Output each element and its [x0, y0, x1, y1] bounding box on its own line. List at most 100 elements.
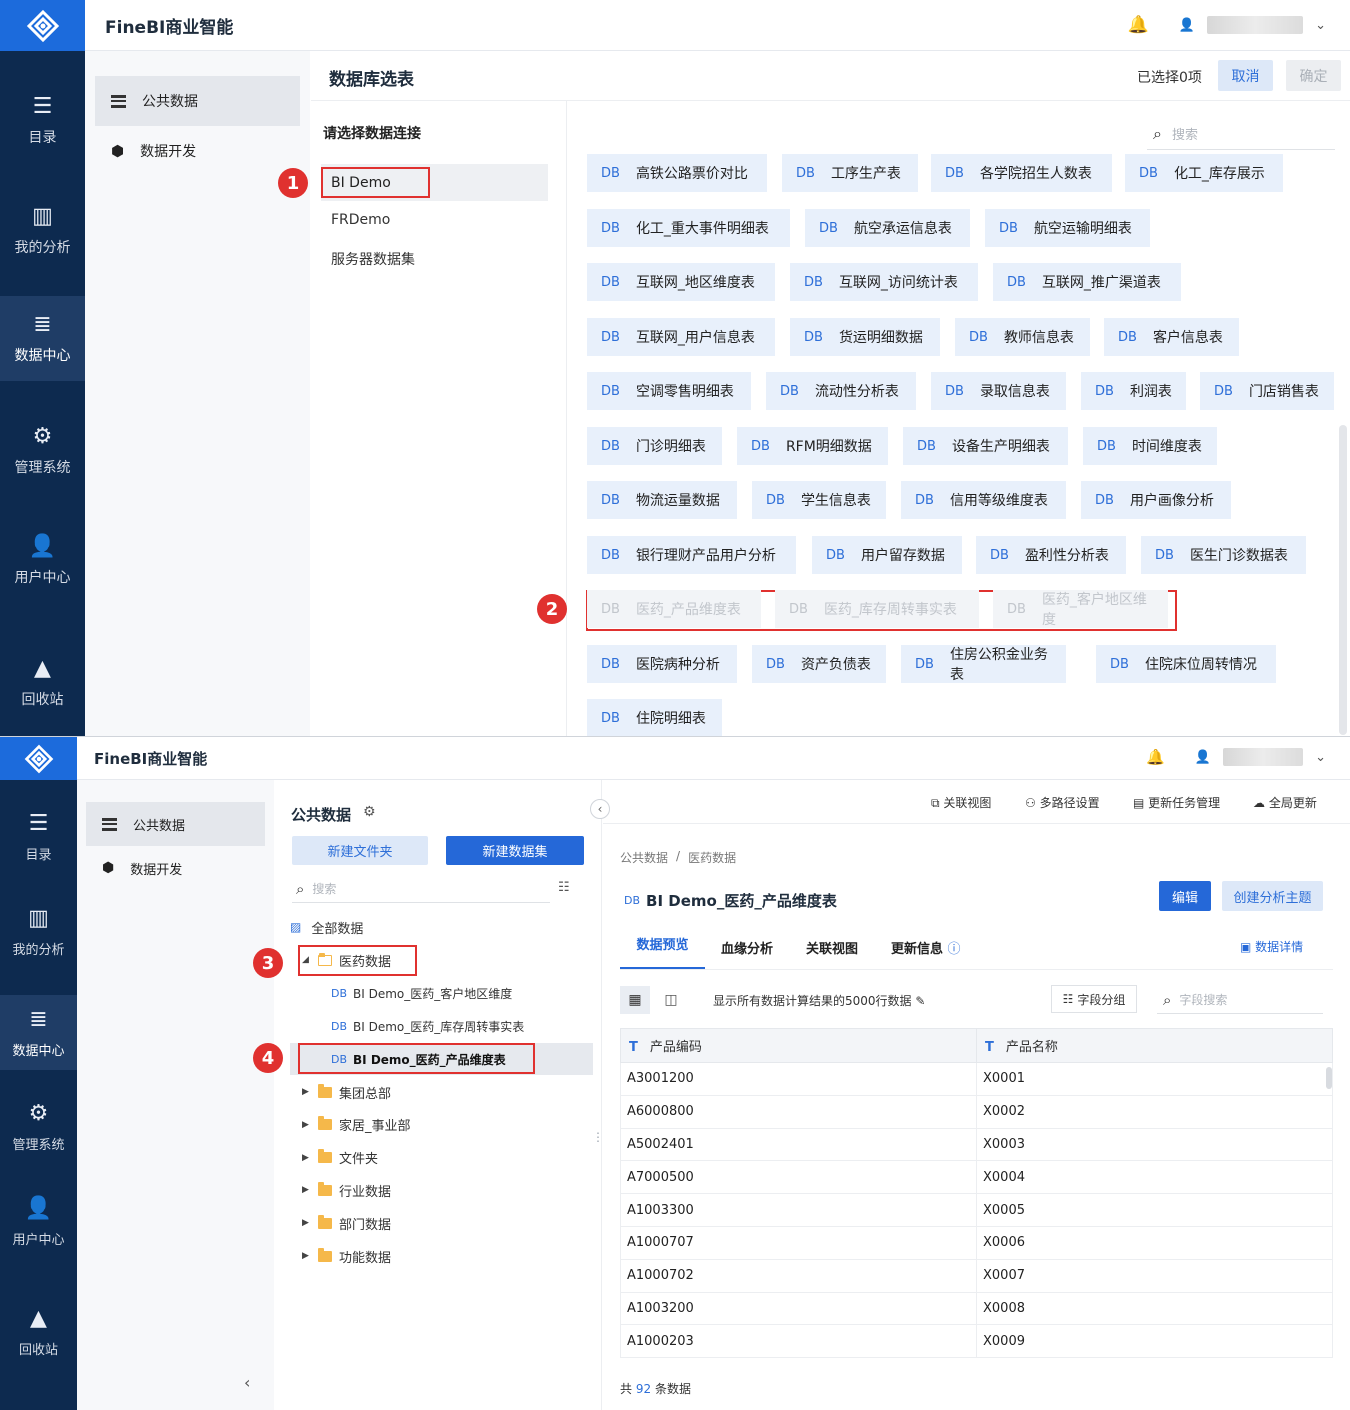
breadcrumb-item[interactable]: 公共数据	[620, 849, 668, 866]
confirm-button[interactable]: 确定	[1286, 60, 1341, 91]
db-table-tag[interactable]: DB 客户信息表	[1104, 318, 1239, 356]
table-row[interactable]: A7000500 X0004	[620, 1160, 1333, 1195]
db-table-tag[interactable]: DB 化工_库存展示	[1125, 154, 1283, 192]
scrollbar[interactable]	[1338, 150, 1348, 736]
tree-all-data[interactable]: ▨ 全部数据	[290, 911, 363, 943]
scrollbar-thumb[interactable]	[1339, 425, 1347, 735]
toolbar-update-task[interactable]: ▤ 更新任务管理	[1133, 794, 1220, 811]
new-dataset-button[interactable]: 新建数据集	[446, 836, 584, 865]
column-header[interactable]: T 产品名称	[976, 1028, 1333, 1063]
db-table-tag[interactable]: DB 化工_重大事件明细表	[587, 209, 790, 247]
tree-item-customer-region[interactable]: DB BI Demo_医药_客户地区维度	[331, 977, 512, 1009]
data-detail-link[interactable]: ▣ 数据详情	[1240, 938, 1303, 955]
table-row[interactable]: A1003200 X0008	[620, 1291, 1333, 1326]
tab-update-info[interactable]: 更新信息 ⓘ	[891, 938, 961, 957]
nav-user-center[interactable]: 👤 用户中心	[0, 1182, 77, 1262]
table-row[interactable]: A5002401 X0003	[620, 1127, 1333, 1162]
side-data-dev[interactable]: ⬢ 数据开发	[86, 846, 265, 890]
db-table-tag[interactable]: DB 住院明细表	[587, 699, 722, 736]
db-table-tag[interactable]: DB 互联网_用户信息表	[587, 318, 775, 356]
table-row[interactable]: A3001200 X0001	[620, 1062, 1333, 1096]
db-table-tag[interactable]: DB 银行理财产品用户分析	[587, 536, 796, 574]
nav-recycle[interactable]: ▲ 回收站	[0, 620, 85, 736]
db-table-tag[interactable]: DB 利润表	[1081, 372, 1186, 410]
user-menu[interactable]: 👤 ⌄	[1195, 748, 1326, 766]
tree-folder[interactable]: ▶ 部门数据	[302, 1207, 391, 1239]
connection-server-dataset[interactable]: 服务器数据集	[331, 249, 415, 269]
collapse-sidebar-icon[interactable]: ‹	[244, 1373, 250, 1392]
nav-my-analysis[interactable]: ▥ 我的分析	[0, 180, 85, 280]
side-public-data[interactable]: 公共数据	[95, 76, 300, 126]
db-table-tag[interactable]: DB 住院床位周转情况	[1096, 645, 1276, 683]
db-table-tag[interactable]: DB 住房公积金业务表	[901, 645, 1066, 683]
settings-gear-icon[interactable]: ⚙	[363, 804, 376, 820]
db-table-tag[interactable]: DB 盈利性分析表	[976, 536, 1126, 574]
edit-pencil-icon[interactable]: ✎	[915, 994, 925, 1008]
table-view-icon[interactable]: ▦	[620, 986, 650, 1014]
tree-search[interactable]: ⌕ 搜索	[292, 875, 550, 903]
tree-folder[interactable]: ▶ 集团总部	[302, 1076, 391, 1108]
nav-data-center[interactable]: ≣ 数据中心	[0, 296, 85, 381]
db-table-tag[interactable]: DB 医药_产品维度表	[587, 590, 761, 628]
table-row[interactable]: A1003300 X0005	[620, 1193, 1333, 1227]
tree-folder[interactable]: ▶ 家居_事业部	[302, 1109, 411, 1141]
toolbar-global-update[interactable]: ☁ 全局更新	[1253, 794, 1317, 811]
db-table-tag[interactable]: DB 医药_客户地区维度	[993, 590, 1168, 628]
db-table-tag[interactable]: DB 互联网_访问统计表	[790, 263, 978, 301]
db-table-tag[interactable]: DB 物流运量数据	[587, 481, 737, 519]
tab-lineage[interactable]: 血缘分析	[721, 938, 773, 957]
db-table-tag[interactable]: DB 医生门诊数据表	[1141, 536, 1306, 574]
db-table-tag[interactable]: DB 用户留存数据	[812, 536, 962, 574]
table-row[interactable]: A1000702 X0007	[620, 1258, 1333, 1293]
db-table-tag[interactable]: DB 信用等级维度表	[901, 481, 1066, 519]
tab-related-view[interactable]: 关联视图	[806, 938, 858, 957]
side-data-dev[interactable]: ⬢ 数据开发	[95, 126, 300, 176]
table-row[interactable]: A1000707 X0006	[620, 1225, 1333, 1260]
db-table-tag[interactable]: DB 流动性分析表	[766, 372, 916, 410]
nav-user-center[interactable]: 👤 用户中心	[0, 510, 85, 610]
nav-recycle[interactable]: ▲ 回收站	[0, 1277, 77, 1387]
db-table-tag[interactable]: DB 学生信息表	[752, 481, 886, 519]
cancel-button[interactable]: 取消	[1218, 60, 1273, 91]
tree-folder[interactable]: ▶ 行业数据	[302, 1174, 391, 1206]
toolbar-multipath[interactable]: ⚇ 多路径设置	[1025, 794, 1100, 811]
logo[interactable]	[0, 0, 85, 51]
edit-button[interactable]: 编辑	[1159, 881, 1211, 911]
tab-preview[interactable]: 数据预览	[620, 933, 705, 969]
field-view-icon[interactable]: ◫	[656, 986, 686, 1014]
bell-icon[interactable]: 🔔	[1128, 15, 1149, 35]
nav-management[interactable]: ⚙ 管理系统	[0, 1087, 77, 1167]
tree-folder[interactable]: ▶ 功能数据	[302, 1240, 391, 1272]
db-table-tag[interactable]: DB 用户画像分析	[1081, 481, 1231, 519]
db-table-tag[interactable]: DB 航空运输明细表	[985, 209, 1150, 247]
nav-catalog[interactable]: ☰ 目录	[0, 797, 77, 877]
connection-frdemo[interactable]: FRDemo	[331, 212, 390, 228]
db-table-tag[interactable]: DB 教师信息表	[955, 318, 1090, 356]
nav-data-center[interactable]: ≣ 数据中心	[0, 995, 77, 1070]
db-table-tag[interactable]: DB 工序生产表	[782, 154, 918, 192]
table-search[interactable]: ⌕ 搜索	[1147, 118, 1335, 150]
db-table-tag[interactable]: DB 各学院招生人数表	[931, 154, 1112, 192]
db-table-tag[interactable]: DB 时间维度表	[1083, 427, 1217, 465]
create-topic-button[interactable]: 创建分析主题	[1222, 881, 1323, 911]
db-table-tag[interactable]: DB RFM明细数据	[737, 427, 888, 465]
db-table-tag[interactable]: DB 货运明细数据	[790, 318, 940, 356]
breadcrumb-item[interactable]: 医药数据	[688, 849, 736, 866]
table-scrollbar-thumb[interactable]	[1326, 1067, 1332, 1089]
table-row[interactable]: A1000203 X0009	[620, 1324, 1333, 1359]
db-table-tag[interactable]: DB 互联网_推广渠道表	[993, 263, 1181, 301]
db-table-tag[interactable]: DB 门诊明细表	[587, 427, 722, 465]
db-table-tag[interactable]: DB 航空承运信息表	[805, 209, 970, 247]
user-menu[interactable]: 👤 ⌄	[1179, 16, 1326, 34]
db-table-tag[interactable]: DB 门店销售表	[1200, 372, 1334, 410]
db-table-tag[interactable]: DB 互联网_地区维度表	[587, 263, 775, 301]
resize-handle-icon[interactable]: ⋮	[592, 1130, 604, 1144]
db-table-tag[interactable]: DB 录取信息表	[931, 372, 1066, 410]
table-row[interactable]: A6000800 X0002	[620, 1094, 1333, 1129]
side-public-data[interactable]: 公共数据	[86, 802, 265, 846]
db-table-tag[interactable]: DB 医药_库存周转事实表	[775, 590, 979, 628]
db-table-tag[interactable]: DB 资产负债表	[752, 645, 886, 683]
field-group-button[interactable]: ☷ 字段分组	[1051, 985, 1137, 1013]
field-search[interactable]: ⌕ 字段搜索	[1157, 986, 1323, 1014]
db-table-tag[interactable]: DB 高铁公路票价对比	[587, 154, 767, 192]
